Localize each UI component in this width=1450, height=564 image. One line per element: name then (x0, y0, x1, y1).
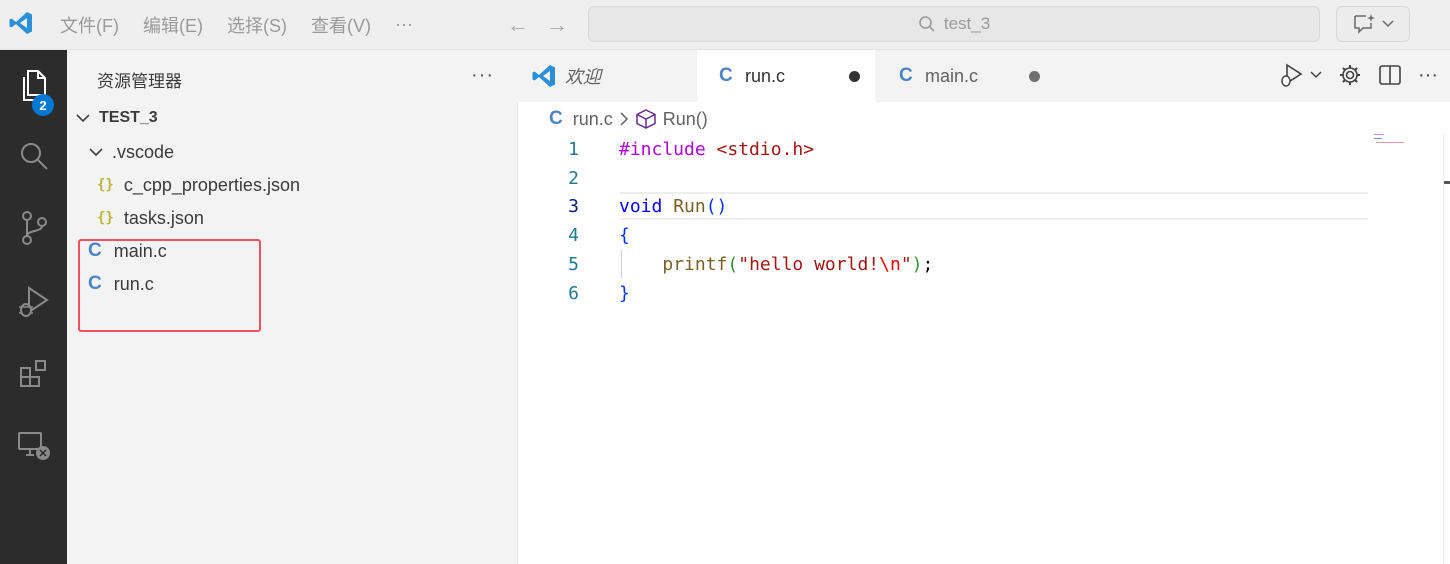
source-control-activity[interactable] (0, 198, 67, 258)
code-token: ( (727, 254, 739, 275)
line-number: 1 (568, 139, 579, 160)
annotation-highlight-box (78, 239, 261, 332)
chevron-down-icon (89, 148, 103, 157)
folder-root[interactable]: TEST_3 (75, 103, 158, 133)
file-item[interactable]: {} c_cpp_properties.json (97, 170, 300, 200)
chat-button[interactable] (1336, 6, 1410, 42)
code-token: ) (911, 254, 923, 275)
function-symbol-icon (636, 109, 656, 129)
explorer-activity[interactable]: 2 (0, 56, 67, 116)
unsaved-dot-icon[interactable] (1029, 70, 1040, 82)
extensions-icon (19, 360, 46, 387)
code-token: } (619, 283, 630, 304)
more-actions-icon[interactable]: ··· (1418, 64, 1438, 87)
line-number: 4 (568, 225, 579, 246)
code-token: { (619, 225, 630, 246)
file-item[interactable]: {} tasks.json (97, 203, 204, 233)
line-number: 5 (568, 254, 579, 275)
chevron-down-icon[interactable] (1310, 71, 1322, 79)
chat-sparkle-icon (1354, 14, 1375, 34)
code-token: <stdio.h> (716, 139, 815, 160)
remote-explorer-icon (17, 432, 50, 460)
tab-main-c[interactable]: C main.c (877, 50, 1055, 102)
breadcrumb: C run.c Run() (549, 108, 708, 130)
folder-root-label: TEST_3 (99, 109, 158, 126)
search-icon (20, 143, 48, 170)
tab-label: run.c (745, 65, 786, 86)
scrollbar-cursor-marker (1444, 181, 1450, 184)
tab-welcome[interactable]: 欢迎 (517, 50, 695, 102)
remote-explorer-activity[interactable] (0, 416, 67, 476)
code-token: Run (673, 196, 706, 217)
command-center-search[interactable]: test_3 (588, 6, 1320, 42)
c-file-icon: C (549, 108, 563, 129)
menu-bar: 文件(F) 编辑(E) 选择(S) 查看(V) ··· (48, 0, 425, 49)
code-token: void (619, 196, 663, 217)
activity-bar: 2 (0, 50, 67, 564)
tab-label: main.c (925, 65, 979, 86)
chevron-right-icon (620, 112, 628, 126)
menu-file[interactable]: 文件(F) (48, 12, 131, 38)
run-debug-activity[interactable] (0, 272, 67, 332)
search-text: test_3 (943, 14, 991, 33)
menu-selection[interactable]: 选择(S) (215, 12, 299, 38)
folder-vscode-label: .vscode (112, 141, 175, 162)
c-file-icon: C (899, 65, 913, 86)
vscode-logo-icon (532, 65, 555, 87)
json-icon: {} (97, 210, 114, 226)
minimap[interactable] (1374, 133, 1408, 147)
menu-more[interactable]: ··· (383, 14, 425, 35)
line-number: 2 (568, 168, 579, 189)
vscode-logo-icon[interactable] (8, 10, 34, 36)
vertical-scrollbar[interactable] (1443, 133, 1450, 564)
gear-icon[interactable] (1338, 63, 1362, 87)
file-label: tasks.json (123, 207, 204, 228)
code-editor[interactable]: 1 #include <stdio.h> 2 3 void Run() 4 { … (517, 132, 1450, 564)
code-line[interactable]: 4 { (517, 221, 1377, 250)
code-token: ; (922, 254, 934, 275)
explorer-title: 资源管理器 (97, 72, 182, 91)
search-activity[interactable] (0, 126, 67, 186)
code-line[interactable]: 5 printf("hello world!\n"); (517, 250, 1377, 279)
extensions-activity[interactable] (0, 344, 67, 404)
code-line[interactable]: 6 } (517, 279, 1377, 308)
tab-run-c[interactable]: C run.c (697, 50, 875, 102)
title-bar: 文件(F) 编辑(E) 选择(S) 查看(V) ··· ← → test_3 (0, 0, 1450, 50)
code-line[interactable]: 1 #include <stdio.h> (517, 135, 1377, 164)
menu-view[interactable]: 查看(V) (299, 12, 383, 38)
unsaved-dot-icon[interactable] (849, 70, 860, 82)
run-debug-icon (18, 286, 49, 317)
breadcrumb-symbol[interactable]: Run() (663, 109, 708, 130)
line-number: 3 (568, 196, 579, 217)
code-line[interactable]: 2 (517, 164, 1377, 193)
code-token: " (900, 254, 912, 275)
code-token: () (705, 196, 728, 217)
forward-arrow-icon[interactable]: → (546, 12, 568, 38)
breadcrumb-file[interactable]: run.c (573, 109, 613, 130)
code-token: "hello world! (738, 254, 880, 275)
chevron-down-icon (1382, 20, 1394, 28)
editor-actions: ··· (1278, 62, 1438, 88)
code-token: #include (619, 139, 706, 160)
source-control-icon (21, 211, 47, 245)
search-icon (919, 16, 935, 32)
tab-label: 欢迎 (565, 67, 601, 87)
folder-vscode[interactable]: .vscode (88, 137, 174, 167)
menu-edit[interactable]: 编辑(E) (131, 12, 215, 38)
explorer-badge: 2 (32, 94, 54, 116)
c-file-icon: C (719, 65, 733, 86)
json-icon: {} (97, 177, 114, 193)
code-token: \n (879, 254, 901, 275)
split-editor-icon[interactable] (1378, 63, 1402, 87)
line-number: 6 (568, 283, 579, 304)
chevron-down-icon (76, 114, 90, 123)
explorer-more-button[interactable]: ··· (471, 64, 494, 87)
file-label: c_cpp_properties.json (123, 174, 300, 195)
back-arrow-icon[interactable]: ← (507, 12, 529, 38)
code-line[interactable]: 3 void Run() (517, 192, 1377, 221)
run-debug-icon[interactable] (1278, 62, 1304, 88)
code-token: printf (662, 254, 728, 275)
